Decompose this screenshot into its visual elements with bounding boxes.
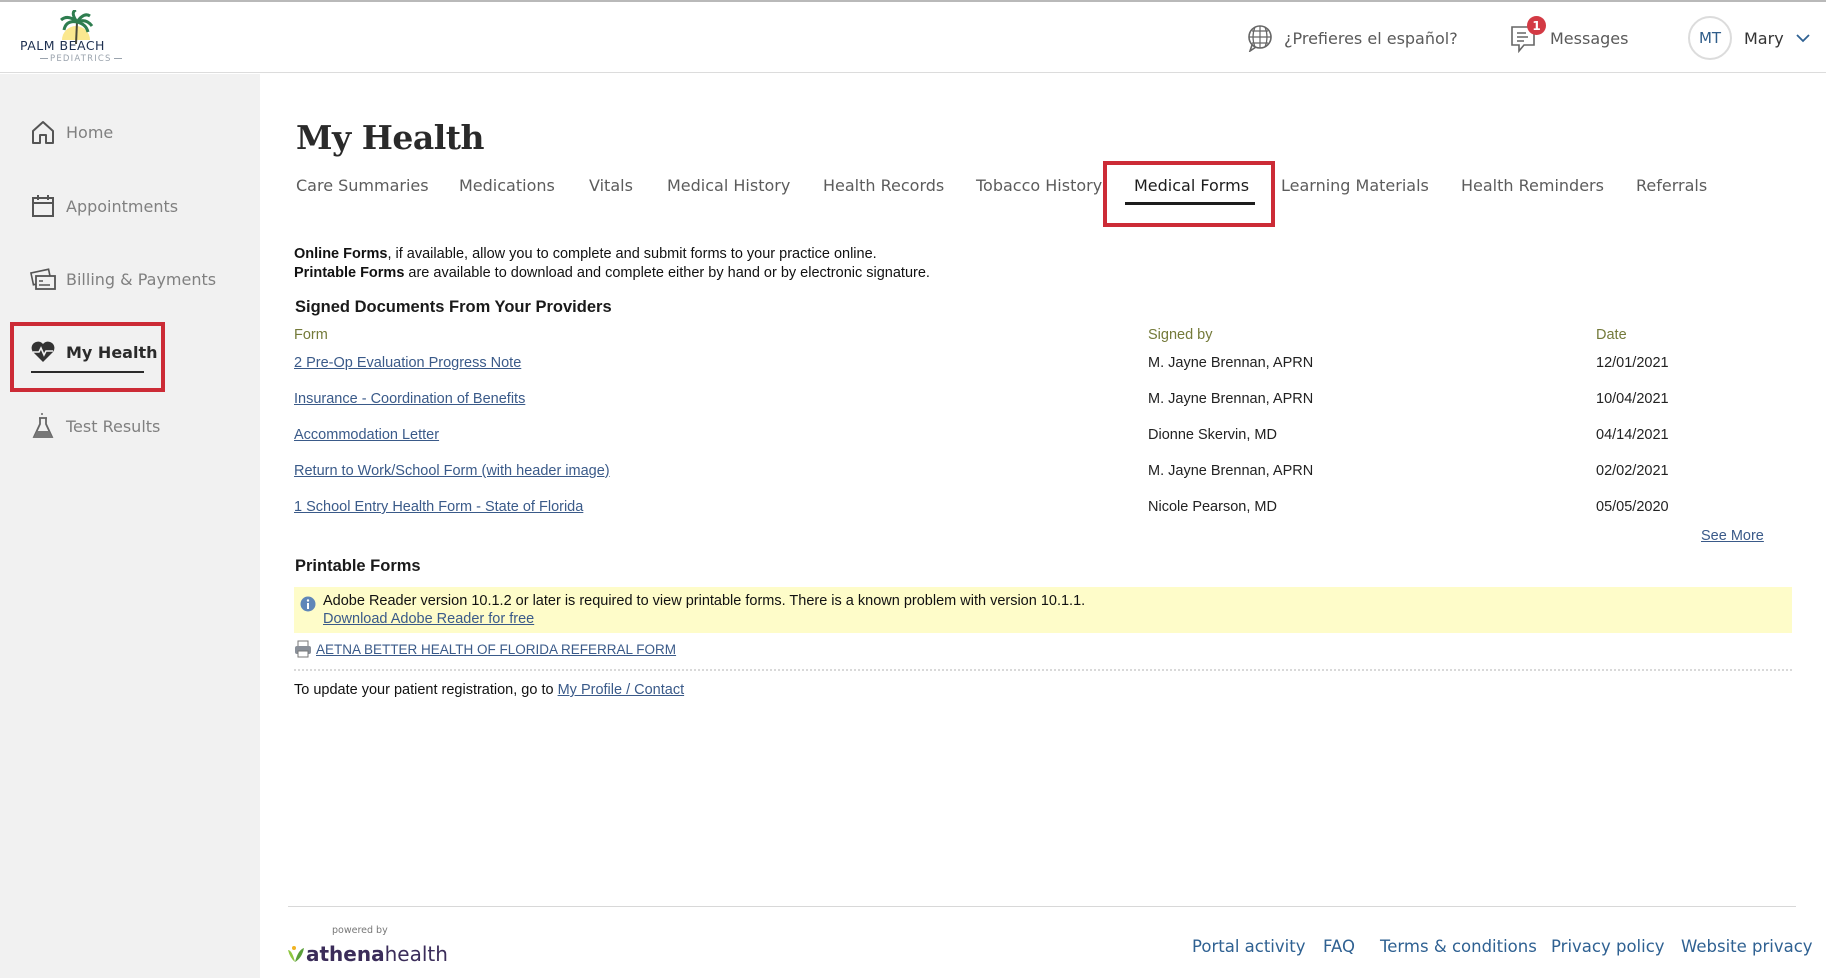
home-icon: [32, 121, 54, 144]
tab-medical-history[interactable]: Medical History: [667, 176, 790, 195]
online-forms-label: Online Forms: [294, 246, 388, 262]
header: PALM BEACH PEDIATRICS ¿Prefieres el espa…: [0, 2, 1826, 73]
highlight-box: [10, 322, 165, 392]
tab-vitals[interactable]: Vitals: [589, 176, 633, 195]
athenahealth-logo: athena health: [286, 942, 448, 966]
tab-health-records[interactable]: Health Records: [823, 176, 944, 195]
notice-text: Adobe Reader version 10.1.2 or later is …: [323, 593, 1086, 609]
signed-by: Dionne Skervin, MD: [1148, 427, 1277, 443]
sidebar: Home Appointments Billing & Payments My …: [0, 74, 260, 978]
footer-link-portal-activity[interactable]: Portal activity: [1192, 937, 1305, 956]
online-forms-desc: , if available, allow you to complete an…: [387, 246, 877, 262]
printable-forms-desc: are available to download and complete e…: [404, 265, 930, 281]
printable-forms-label: Printable Forms: [294, 265, 405, 281]
language-link[interactable]: ¿Prefieres el español?: [1284, 29, 1458, 48]
update-registration: To update your patient registration, go …: [294, 682, 684, 698]
sidebar-item-home[interactable]: Home: [30, 117, 113, 147]
avatar[interactable]: MT: [1688, 16, 1732, 60]
logo-sub: PEDIATRICS: [38, 54, 124, 64]
chevron-down-icon[interactable]: [1796, 33, 1810, 43]
my-profile-link[interactable]: My Profile / Contact: [558, 682, 685, 698]
divider: [294, 669, 1792, 671]
printer-icon: [295, 640, 311, 658]
printable-form-link[interactable]: AETNA BETTER HEALTH OF FLORIDA REFERRAL …: [316, 642, 676, 657]
messages-button[interactable]: 1 Messages: [1510, 16, 1629, 54]
form-link[interactable]: Accommodation Letter: [294, 427, 439, 443]
powered-by: powered by: [332, 925, 388, 936]
tab-tobacco-history[interactable]: Tobacco History: [976, 176, 1102, 195]
column-header-date: Date: [1596, 327, 1627, 343]
tab-referrals[interactable]: Referrals: [1636, 176, 1707, 195]
form-link[interactable]: 2 Pre-Op Evaluation Progress Note: [294, 355, 521, 371]
messages-badge: 1: [1527, 16, 1546, 35]
sidebar-item-label: Test Results: [66, 416, 161, 436]
tab-medications[interactable]: Medications: [459, 176, 555, 195]
info-icon: [300, 596, 316, 612]
tab-learning-materials[interactable]: Learning Materials: [1281, 176, 1429, 195]
column-header-signed-by: Signed by: [1148, 327, 1213, 343]
column-header-form: Form: [294, 327, 328, 343]
sidebar-item-billing[interactable]: Billing & Payments: [30, 264, 216, 294]
athena-light: health: [384, 942, 448, 966]
user-name: Mary: [1744, 28, 1784, 48]
flask-icon: [32, 413, 54, 438]
athena-bold: athena: [306, 942, 385, 966]
download-adobe-link[interactable]: Download Adobe Reader for free: [323, 611, 534, 627]
date: 10/04/2021: [1596, 391, 1669, 407]
user-menu[interactable]: MT Mary: [1688, 16, 1810, 60]
messages-label: Messages: [1550, 28, 1629, 48]
leaf-icon: [288, 946, 304, 962]
form-link[interactable]: 1 School Entry Health Form - State of Fl…: [294, 499, 583, 515]
credit-card-icon: [30, 268, 56, 290]
printable-forms-title: Printable Forms: [295, 557, 421, 575]
see-more-link[interactable]: See More: [1701, 528, 1764, 544]
globe-chat-icon: [1248, 25, 1272, 52]
logo-brand: PALM BEACH: [20, 38, 105, 53]
form-link[interactable]: Insurance - Coordination of Benefits: [294, 391, 525, 407]
signed-documents-title: Signed Documents From Your Providers: [295, 298, 612, 316]
footer-link-privacy-policy[interactable]: Privacy policy: [1551, 937, 1665, 956]
footer-link-faq[interactable]: FAQ: [1323, 937, 1355, 956]
intro-text: Online Forms, if available, allow you to…: [294, 245, 930, 283]
sidebar-item-appointments[interactable]: Appointments: [30, 191, 178, 221]
form-link[interactable]: Return to Work/School Form (with header …: [294, 463, 610, 479]
date: 02/02/2021: [1596, 463, 1669, 479]
signed-by: M. Jayne Brennan, APRN: [1148, 391, 1314, 407]
language-toggle[interactable]: ¿Prefieres el español?: [1246, 22, 1458, 54]
signed-by: M. Jayne Brennan, APRN: [1148, 463, 1314, 479]
sidebar-item-label: Home: [66, 122, 114, 142]
adobe-notice: Adobe Reader version 10.1.2 or later is …: [294, 587, 1792, 633]
printable-form-item: AETNA BETTER HEALTH OF FLORIDA REFERRAL …: [294, 640, 676, 658]
tab-health-reminders[interactable]: Health Reminders: [1461, 176, 1604, 195]
sidebar-item-test-results[interactable]: Test Results: [30, 411, 160, 441]
page-title: My Health: [296, 118, 485, 157]
update-text: To update your patient registration, go …: [294, 682, 558, 698]
sidebar-item-label: Appointments: [66, 196, 179, 216]
signed-by: Nicole Pearson, MD: [1148, 499, 1277, 515]
calendar-icon: [32, 195, 54, 217]
date: 12/01/2021: [1596, 355, 1669, 371]
tab-care-summaries[interactable]: Care Summaries: [296, 176, 429, 195]
signed-by: M. Jayne Brennan, APRN: [1148, 355, 1314, 371]
logo[interactable]: PALM BEACH PEDIATRICS: [18, 10, 133, 66]
date: 04/14/2021: [1596, 427, 1669, 443]
date: 05/05/2020: [1596, 499, 1669, 515]
footer-link-terms[interactable]: Terms & conditions: [1380, 937, 1537, 956]
footer-divider: [288, 906, 1796, 907]
sidebar-item-label: Billing & Payments: [66, 269, 217, 289]
footer-link-website-privacy[interactable]: Website privacy: [1681, 937, 1813, 956]
highlight-box: [1103, 161, 1275, 227]
